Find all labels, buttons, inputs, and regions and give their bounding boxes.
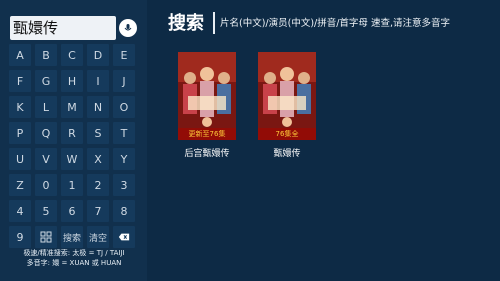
key-w[interactable]: W bbox=[61, 148, 83, 170]
key-v[interactable]: V bbox=[35, 148, 57, 170]
key-i[interactable]: I bbox=[87, 70, 109, 92]
key-m[interactable]: M bbox=[61, 96, 83, 118]
key-a[interactable]: A bbox=[9, 44, 31, 66]
key-b[interactable]: B bbox=[35, 44, 57, 66]
keyboard-panel: 甄嬛传 ABCDE FGHIJ KLMNO PQRST UVWXY Z0123 45678 9… bbox=[0, 0, 147, 281]
key-j[interactable]: J bbox=[113, 70, 135, 92]
key-x[interactable]: X bbox=[87, 148, 109, 170]
key-9[interactable]: 9 bbox=[9, 226, 31, 248]
key-k[interactable]: K bbox=[9, 96, 31, 118]
clear-button[interactable]: 清空 bbox=[87, 226, 109, 248]
key-c[interactable]: C bbox=[61, 44, 83, 66]
key-t[interactable]: T bbox=[113, 122, 135, 144]
key-z[interactable]: Z bbox=[9, 174, 31, 196]
result-title-0[interactable]: 后宫甄嬛传 bbox=[177, 146, 237, 159]
key-l[interactable]: L bbox=[35, 96, 57, 118]
key-h[interactable]: H bbox=[61, 70, 83, 92]
episode-badge: 更新至76集 bbox=[178, 128, 236, 140]
search-hint: 片名(中文)/演员(中文)/拼音/首字母 速查,请注意多音字 bbox=[220, 18, 450, 29]
grid-icon[interactable] bbox=[35, 226, 57, 248]
key-2[interactable]: 2 bbox=[87, 174, 109, 196]
key-r[interactable]: R bbox=[61, 122, 83, 144]
poster-image bbox=[258, 52, 316, 140]
result-title-1[interactable]: 甄嬛传 bbox=[257, 146, 317, 159]
result-card-1[interactable]: 76集全 bbox=[258, 52, 316, 140]
key-7[interactable]: 7 bbox=[87, 200, 109, 222]
search-query: 甄嬛传 bbox=[13, 19, 59, 37]
key-d[interactable]: D bbox=[87, 44, 109, 66]
title-divider bbox=[213, 12, 215, 34]
search-input[interactable]: 甄嬛传 bbox=[10, 16, 116, 40]
episode-badge: 76集全 bbox=[258, 128, 316, 140]
key-5[interactable]: 5 bbox=[35, 200, 57, 222]
backspace-icon[interactable] bbox=[113, 226, 135, 248]
key-p[interactable]: P bbox=[9, 122, 31, 144]
help-text-line2: 多音字: 嬛 = XUAN 或 HUAN bbox=[26, 259, 122, 267]
result-card-0[interactable]: 更新至76集 bbox=[178, 52, 236, 140]
page-title: 搜索 bbox=[168, 13, 204, 34]
key-8[interactable]: 8 bbox=[113, 200, 135, 222]
key-o[interactable]: O bbox=[113, 96, 135, 118]
poster-image bbox=[178, 52, 236, 140]
search-button[interactable]: 搜索 bbox=[61, 226, 83, 248]
help-text-line1: 极速/精准搜索: 太极 = TJ / TAIJI bbox=[23, 249, 125, 257]
key-0[interactable]: 0 bbox=[35, 174, 57, 196]
key-q[interactable]: Q bbox=[35, 122, 57, 144]
key-e[interactable]: E bbox=[113, 44, 135, 66]
key-6[interactable]: 6 bbox=[61, 200, 83, 222]
key-n[interactable]: N bbox=[87, 96, 109, 118]
key-3[interactable]: 3 bbox=[113, 174, 135, 196]
virtual-keyboard: A B C D E F G H I J K L M N O P Q R S T U V W X Y Z 0 1 2 3 4 5 6 7 8 9 搜索 清空 bbox=[9, 44, 137, 248]
key-s[interactable]: S bbox=[87, 122, 109, 144]
key-4[interactable]: 4 bbox=[9, 200, 31, 222]
key-1[interactable]: 1 bbox=[61, 174, 83, 196]
key-u[interactable]: U bbox=[9, 148, 31, 170]
key-f[interactable]: F bbox=[9, 70, 31, 92]
key-y[interactable]: Y bbox=[113, 148, 135, 170]
microphone-icon[interactable] bbox=[119, 19, 137, 37]
key-g[interactable]: G bbox=[35, 70, 57, 92]
